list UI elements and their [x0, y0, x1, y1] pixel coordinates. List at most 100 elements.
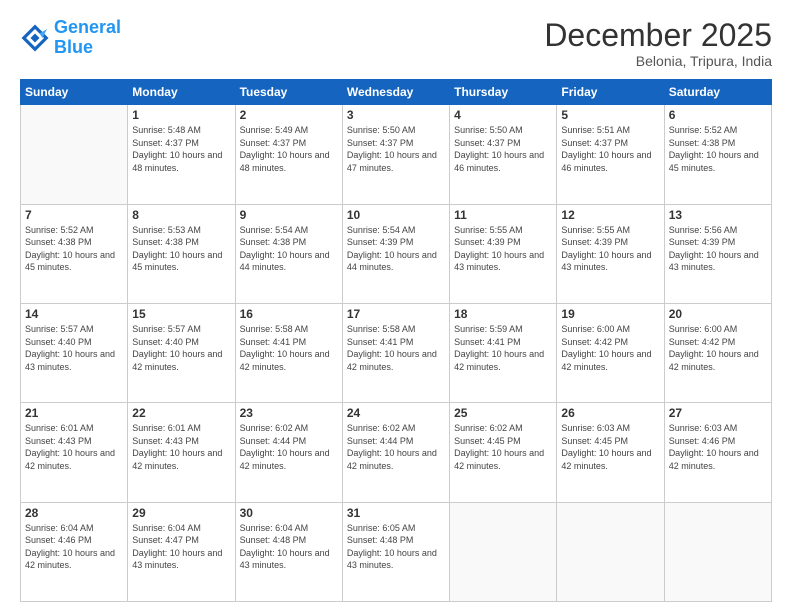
day-info: Sunrise: 6:01 AMSunset: 4:43 PMDaylight:… [25, 422, 123, 472]
day-number: 7 [25, 208, 123, 222]
calendar-cell [21, 105, 128, 204]
day-info: Sunrise: 5:56 AMSunset: 4:39 PMDaylight:… [669, 224, 767, 274]
calendar-cell [664, 502, 771, 601]
calendar-cell: 19Sunrise: 6:00 AMSunset: 4:42 PMDayligh… [557, 303, 664, 402]
day-number: 17 [347, 307, 445, 321]
logo-text: General Blue [54, 18, 121, 58]
day-info: Sunrise: 5:50 AMSunset: 4:37 PMDaylight:… [347, 124, 445, 174]
calendar-cell: 27 Sunrise: 6:03 AMSunset: 4:46 PMDayligh… [664, 403, 771, 502]
day-number: 29 [132, 506, 230, 520]
day-number: 9 [240, 208, 338, 222]
day-info: Sunrise: 6:02 AMSunset: 4:45 PMDaylight:… [454, 422, 552, 472]
day-number: 30 [240, 506, 338, 520]
day-info: Sunrise: 6:03 AMSunset: 4:46 PMDaylight:… [669, 422, 767, 472]
calendar-cell: 24 Sunrise: 6:02 AMSunset: 4:44 PMDayligh… [342, 403, 449, 502]
day-info: Sunrise: 5:53 AMSunset: 4:38 PMDaylight:… [132, 224, 230, 274]
calendar-cell: 2Sunrise: 5:49 AMSunset: 4:37 PMDaylight… [235, 105, 342, 204]
logo-line2: Blue [54, 37, 93, 57]
logo-icon [20, 23, 50, 53]
page: General Blue December 2025 Belonia, Trip… [0, 0, 792, 612]
col-wednesday: Wednesday [342, 80, 449, 105]
day-info: Sunrise: 6:03 AMSunset: 4:45 PMDaylight:… [561, 422, 659, 472]
day-info: Sunrise: 5:57 AMSunset: 4:40 PMDaylight:… [132, 323, 230, 373]
day-info: Sunrise: 5:51 AMSunset: 4:37 PMDaylight:… [561, 124, 659, 174]
day-number: 23 [240, 406, 338, 420]
day-number: 18 [454, 307, 552, 321]
col-thursday: Thursday [450, 80, 557, 105]
day-info: Sunrise: 5:48 AMSunset: 4:37 PMDaylight:… [132, 124, 230, 174]
day-info: Sunrise: 6:02 AMSunset: 4:44 PMDaylight:… [347, 422, 445, 472]
calendar-week-row: 1Sunrise: 5:48 AMSunset: 4:37 PMDaylight… [21, 105, 772, 204]
col-tuesday: Tuesday [235, 80, 342, 105]
day-number: 6 [669, 108, 767, 122]
calendar-cell: 8 Sunrise: 5:53 AMSunset: 4:38 PMDaylight… [128, 204, 235, 303]
calendar-cell: 13 Sunrise: 5:56 AMSunset: 4:39 PMDayligh… [664, 204, 771, 303]
calendar-header-row: Sunday Monday Tuesday Wednesday Thursday… [21, 80, 772, 105]
day-info: Sunrise: 5:52 AMSunset: 4:38 PMDaylight:… [669, 124, 767, 174]
day-info: Sunrise: 5:58 AMSunset: 4:41 PMDaylight:… [240, 323, 338, 373]
calendar-cell: 30 Sunrise: 6:04 AMSunset: 4:48 PMDayligh… [235, 502, 342, 601]
logo-line1: General [54, 17, 121, 37]
calendar-cell: 1Sunrise: 5:48 AMSunset: 4:37 PMDaylight… [128, 105, 235, 204]
day-info: Sunrise: 5:55 AMSunset: 4:39 PMDaylight:… [561, 224, 659, 274]
day-info: Sunrise: 5:55 AMSunset: 4:39 PMDaylight:… [454, 224, 552, 274]
calendar-cell [557, 502, 664, 601]
calendar-cell: 28 Sunrise: 6:04 AMSunset: 4:46 PMDayligh… [21, 502, 128, 601]
day-info: Sunrise: 5:59 AMSunset: 4:41 PMDaylight:… [454, 323, 552, 373]
day-info: Sunrise: 6:04 AMSunset: 4:48 PMDaylight:… [240, 522, 338, 572]
month-title: December 2025 [544, 18, 772, 53]
calendar-week-row: 21 Sunrise: 6:01 AMSunset: 4:43 PMDayligh… [21, 403, 772, 502]
day-number: 24 [347, 406, 445, 420]
calendar-cell: 11 Sunrise: 5:55 AMSunset: 4:39 PMDayligh… [450, 204, 557, 303]
day-number: 5 [561, 108, 659, 122]
calendar-cell: 12 Sunrise: 5:55 AMSunset: 4:39 PMDayligh… [557, 204, 664, 303]
day-number: 14 [25, 307, 123, 321]
col-saturday: Saturday [664, 80, 771, 105]
day-number: 10 [347, 208, 445, 222]
calendar-cell: 23 Sunrise: 6:02 AMSunset: 4:44 PMDayligh… [235, 403, 342, 502]
title-block: December 2025 Belonia, Tripura, India [544, 18, 772, 69]
day-number: 12 [561, 208, 659, 222]
day-number: 8 [132, 208, 230, 222]
day-number: 28 [25, 506, 123, 520]
day-info: Sunrise: 5:52 AMSunset: 4:38 PMDaylight:… [25, 224, 123, 274]
day-number: 16 [240, 307, 338, 321]
day-number: 27 [669, 406, 767, 420]
calendar-cell: 18 Sunrise: 5:59 AMSunset: 4:41 PMDayligh… [450, 303, 557, 402]
calendar-week-row: 14 Sunrise: 5:57 AMSunset: 4:40 PMDayligh… [21, 303, 772, 402]
calendar-cell: 21 Sunrise: 6:01 AMSunset: 4:43 PMDayligh… [21, 403, 128, 502]
day-number: 13 [669, 208, 767, 222]
day-number: 4 [454, 108, 552, 122]
calendar-cell: 16 Sunrise: 5:58 AMSunset: 4:41 PMDayligh… [235, 303, 342, 402]
day-info: Sunrise: 6:01 AMSunset: 4:43 PMDaylight:… [132, 422, 230, 472]
day-number: 21 [25, 406, 123, 420]
day-info: Sunrise: 6:05 AMSunset: 4:48 PMDaylight:… [347, 522, 445, 572]
day-info: Sunrise: 6:04 AMSunset: 4:46 PMDaylight:… [25, 522, 123, 572]
calendar-cell: 3Sunrise: 5:50 AMSunset: 4:37 PMDaylight… [342, 105, 449, 204]
calendar-cell: 9Sunrise: 5:54 AMSunset: 4:38 PMDaylight… [235, 204, 342, 303]
day-info: Sunrise: 5:50 AMSunset: 4:37 PMDaylight:… [454, 124, 552, 174]
calendar-cell: 5 Sunrise: 5:51 AMSunset: 4:37 PMDaylight… [557, 105, 664, 204]
day-number: 15 [132, 307, 230, 321]
day-info: Sunrise: 5:57 AMSunset: 4:40 PMDaylight:… [25, 323, 123, 373]
calendar-table: Sunday Monday Tuesday Wednesday Thursday… [20, 79, 772, 602]
day-info: Sunrise: 5:58 AMSunset: 4:41 PMDaylight:… [347, 323, 445, 373]
col-sunday: Sunday [21, 80, 128, 105]
calendar-cell: 14 Sunrise: 5:57 AMSunset: 4:40 PMDayligh… [21, 303, 128, 402]
day-info: Sunrise: 5:49 AMSunset: 4:37 PMDaylight:… [240, 124, 338, 174]
calendar-week-row: 7 Sunrise: 5:52 AMSunset: 4:38 PMDaylight… [21, 204, 772, 303]
calendar-cell: 22Sunrise: 6:01 AMSunset: 4:43 PMDayligh… [128, 403, 235, 502]
calendar-cell: 26Sunrise: 6:03 AMSunset: 4:45 PMDayligh… [557, 403, 664, 502]
header: General Blue December 2025 Belonia, Trip… [20, 18, 772, 69]
calendar-cell: 17 Sunrise: 5:58 AMSunset: 4:41 PMDayligh… [342, 303, 449, 402]
day-info: Sunrise: 6:02 AMSunset: 4:44 PMDaylight:… [240, 422, 338, 472]
day-number: 11 [454, 208, 552, 222]
col-friday: Friday [557, 80, 664, 105]
calendar-cell: 31Sunrise: 6:05 AMSunset: 4:48 PMDayligh… [342, 502, 449, 601]
day-info: Sunrise: 6:00 AMSunset: 4:42 PMDaylight:… [669, 323, 767, 373]
calendar-cell: 7 Sunrise: 5:52 AMSunset: 4:38 PMDaylight… [21, 204, 128, 303]
calendar-cell: 29Sunrise: 6:04 AMSunset: 4:47 PMDayligh… [128, 502, 235, 601]
logo: General Blue [20, 18, 121, 58]
day-number: 19 [561, 307, 659, 321]
day-number: 25 [454, 406, 552, 420]
